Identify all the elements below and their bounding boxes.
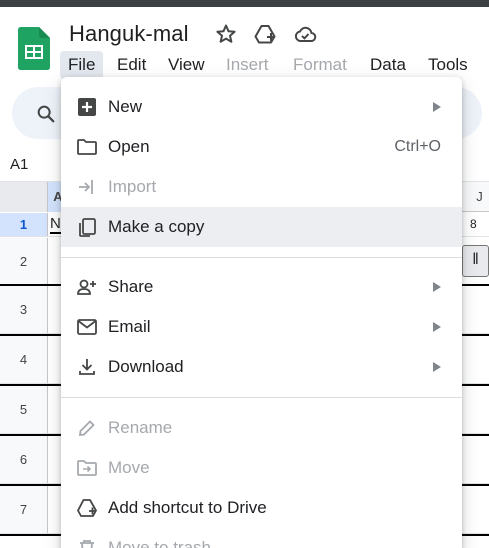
keyboard-shortcut: Ctrl+O bbox=[394, 138, 441, 155]
download-icon bbox=[79, 359, 95, 375]
menu-item-label: Add shortcut to Drive bbox=[108, 498, 267, 517]
star-icon[interactable] bbox=[214, 22, 238, 46]
cell-dropdown-control[interactable]: ǁ bbox=[462, 245, 489, 277]
search-icon[interactable] bbox=[35, 103, 57, 125]
move-to-drive-icon[interactable] bbox=[253, 22, 277, 46]
menu-format[interactable]: Format bbox=[293, 51, 347, 79]
menu-item-import[interactable]: Import bbox=[61, 167, 462, 207]
menu-divider bbox=[61, 397, 462, 398]
name-box[interactable]: A1 bbox=[10, 156, 28, 173]
file-menu-dropdown: New Open Ctrl+O Import Make a copy Share bbox=[61, 77, 462, 548]
menu-edit[interactable]: Edit bbox=[117, 51, 146, 79]
row-number[interactable]: 6 bbox=[0, 436, 48, 483]
menu-item-email[interactable]: Email bbox=[61, 307, 462, 347]
row-number[interactable]: 7 bbox=[0, 486, 48, 533]
menu-item-label: Move to trash bbox=[108, 538, 211, 548]
menu-item-move[interactable]: Move bbox=[61, 448, 462, 488]
mail-icon bbox=[77, 319, 97, 335]
row-number[interactable]: 5 bbox=[0, 386, 48, 433]
submenu-arrow-icon bbox=[433, 322, 441, 332]
cell-a1[interactable]: N bbox=[50, 215, 61, 234]
cloud-saved-icon[interactable] bbox=[293, 22, 317, 46]
submenu-arrow-icon bbox=[433, 362, 441, 372]
menu-view[interactable]: View bbox=[168, 51, 205, 79]
menu-item-new[interactable]: New bbox=[61, 87, 462, 127]
cell-j1[interactable]: 8 bbox=[470, 217, 477, 231]
menu-item-open[interactable]: Open Ctrl+O bbox=[61, 127, 462, 167]
menu-item-rename[interactable]: Rename bbox=[61, 408, 462, 448]
sheets-logo-icon[interactable] bbox=[18, 27, 50, 70]
menu-divider bbox=[61, 257, 462, 258]
select-all-corner[interactable] bbox=[0, 182, 48, 212]
menu-data[interactable]: Data bbox=[370, 51, 406, 79]
app-header: Hanguk-mal File Edit View Insert Format … bbox=[0, 7, 489, 85]
menu-item-label: New bbox=[108, 97, 143, 116]
submenu-arrow-icon bbox=[433, 282, 441, 292]
menu-item-share[interactable]: Share bbox=[61, 267, 462, 307]
trash-icon bbox=[80, 540, 94, 548]
share-person-icon bbox=[77, 279, 96, 295]
menu-item-label: Open bbox=[108, 137, 150, 156]
folder-icon bbox=[77, 139, 97, 155]
row-number[interactable]: 2 bbox=[0, 238, 48, 284]
menu-item-add-shortcut[interactable]: Add shortcut to Drive bbox=[61, 488, 462, 528]
document-title[interactable]: Hanguk-mal bbox=[69, 21, 189, 47]
drive-shortcut-icon bbox=[77, 499, 97, 517]
menu-item-label: Import bbox=[108, 177, 157, 196]
menu-item-label: Make a copy bbox=[108, 217, 205, 236]
row-number[interactable]: 1 bbox=[0, 213, 48, 236]
row-number[interactable]: 4 bbox=[0, 336, 48, 383]
move-folder-icon bbox=[77, 460, 97, 476]
window-top-strip bbox=[0, 0, 489, 7]
menu-insert[interactable]: Insert bbox=[226, 51, 269, 79]
menu-item-label: Rename bbox=[108, 418, 173, 437]
menu-item-label: Share bbox=[108, 277, 154, 296]
menu-item-label: Move bbox=[108, 458, 150, 477]
copy-icon bbox=[79, 218, 96, 237]
menu-item-move-to-trash[interactable]: Move to trash bbox=[61, 528, 462, 548]
menu-tools[interactable]: Tools bbox=[428, 51, 468, 79]
submenu-arrow-icon bbox=[433, 102, 441, 112]
menu-item-label: Email bbox=[108, 317, 151, 336]
menu-item-download[interactable]: Download bbox=[61, 347, 462, 387]
menu-item-make-a-copy[interactable]: Make a copy bbox=[61, 207, 462, 247]
menu-item-label: Download bbox=[108, 357, 184, 376]
import-icon bbox=[79, 180, 93, 194]
pencil-icon bbox=[78, 420, 95, 437]
row-number[interactable]: 3 bbox=[0, 286, 48, 333]
column-header-j[interactable]: J bbox=[470, 182, 489, 212]
plus-square-icon bbox=[78, 98, 96, 116]
menu-file[interactable]: File bbox=[60, 51, 104, 79]
